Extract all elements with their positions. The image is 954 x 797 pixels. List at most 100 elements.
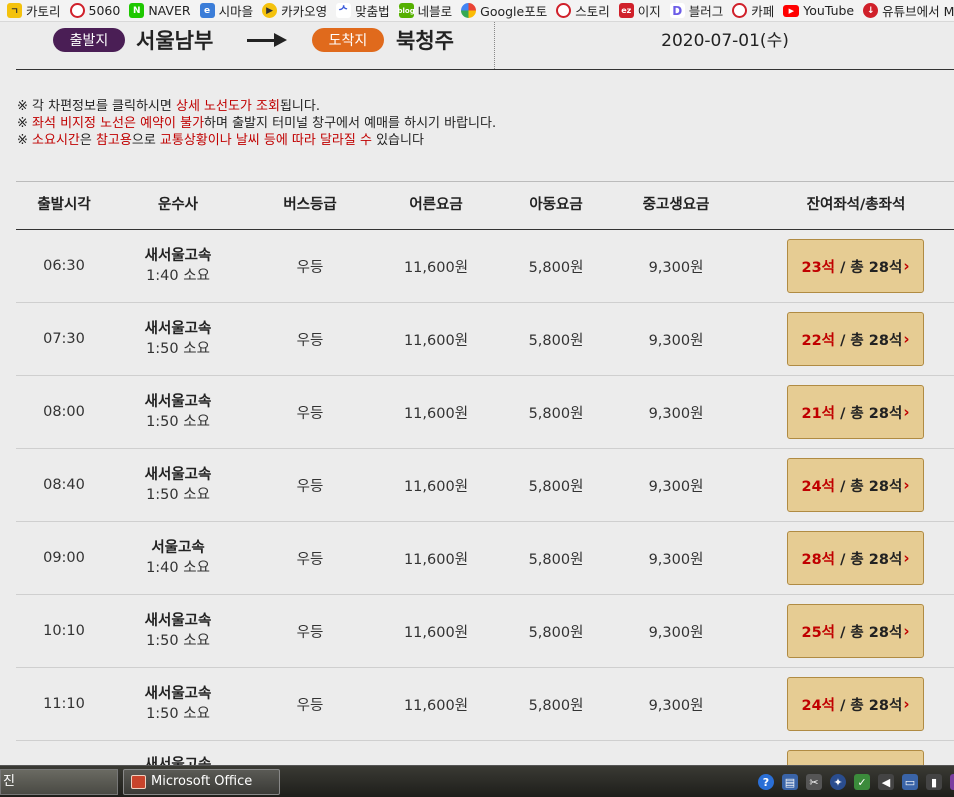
bookmark-youtube[interactable]: ▶ YouTube <box>783 3 854 18</box>
display-icon[interactable]: ▭ <box>902 774 918 790</box>
chevron-right-icon: › <box>903 257 910 275</box>
tools-icon[interactable]: ✂ <box>806 774 822 790</box>
total-seats: / 총 28석 <box>835 478 903 495</box>
travel-date: 2020-07-01(수) <box>661 31 789 51</box>
powerpoint-icon <box>131 775 146 789</box>
table-row[interactable]: 07:30 우등 11,600원 5,800원 9,300원 새서울고속 1:50 소요 22… <box>16 303 954 376</box>
adult-fare: 11,600원 <box>403 697 469 714</box>
security-icon[interactable]: ✓ <box>854 774 870 790</box>
table-row[interactable]: 06:30 우등 11,600원 5,800원 9,300원 새서울고속 1:40 소요 23… <box>16 230 954 303</box>
header-departure-time: 출발시각 <box>37 197 91 213</box>
bookmark-spell[interactable]: ᄼ 맞춤법 <box>336 1 390 20</box>
trip-duration: 1:50 소요 <box>146 706 210 722</box>
bookmark-cafe[interactable]: 카페 <box>732 1 774 20</box>
student-fare: 9,300원 <box>648 478 704 495</box>
operator-cell: 서울고속 1:40 소요 <box>118 522 238 594</box>
trip-duration: 1:40 소요 <box>146 268 210 284</box>
student-fare: 9,300원 <box>648 697 704 714</box>
departure-time: 08:40 <box>43 477 85 493</box>
operator-cell: 새서울고속 1:40 소요 <box>118 230 238 302</box>
table-row[interactable]: 08:00 우등 11,600원 5,800원 9,300원 새서울고속 1:50 소요 21… <box>16 376 954 449</box>
table-row[interactable]: 08:40 우등 11,600원 5,800원 9,300원 새서울고속 1:50 소요 24… <box>16 449 954 522</box>
schedule-table-header: 출발시각 운수사 버스등급 어른요금 아동요금 중고생요금 잔여좌석/총좌석 <box>16 181 954 230</box>
table-row[interactable]: 09:00 우등 11,600원 5,800원 9,300원 서울고속 1:40 소요 28석… <box>16 522 954 595</box>
adult-fare: 11,600원 <box>403 478 469 495</box>
child-fare: 5,800원 <box>528 259 584 276</box>
bookmark-story[interactable]: 스토리 <box>556 1 610 20</box>
bus-grade: 우등 <box>296 624 324 641</box>
adult-fare: 11,600원 <box>403 624 469 641</box>
operator-name: 새서울고속 <box>144 394 212 410</box>
notice-line-3: ※ 소요시간은 참고용으로 교통상황이나 날씨 등에 따라 달라질 수 있습니다 <box>17 133 424 148</box>
bus-grade: 우등 <box>296 551 324 568</box>
header-student-fare: 중고생요금 <box>642 197 710 213</box>
network-status-icon[interactable]: ▮ <box>926 774 942 790</box>
trip-duration: 1:50 소요 <box>146 414 210 430</box>
bookmark-naver[interactable]: N NAVER <box>129 3 191 18</box>
seat-select-button[interactable]: 23석 / 총 28석 › <box>787 239 924 293</box>
help-icon[interactable]: ? <box>758 774 774 790</box>
circle-icon <box>556 3 572 18</box>
operator-cell: 새서울고속 1:50 소요 <box>118 303 238 375</box>
notice-list: ※ 각 차편정보를 클릭하시면 상세 노선도가 조회됩니다. ※ 좌석 비지정 … <box>17 98 496 149</box>
youtube-icon: ▶ <box>783 4 800 17</box>
child-fare: 5,800원 <box>528 624 584 641</box>
total-seats: / 총 28석 <box>835 405 903 422</box>
remaining-seats: 24석 <box>801 697 836 714</box>
header-child-fare: 아동요금 <box>529 197 583 213</box>
bookmark-5060[interactable]: 5060 <box>69 3 120 18</box>
chevron-right-icon: › <box>903 330 910 348</box>
total-seats: / 총 28석 <box>835 697 903 714</box>
bookmark-blurg[interactable]: D 블러그 <box>669 1 723 20</box>
header-adult-fare: 어른요금 <box>409 197 463 213</box>
bookmark-katori[interactable]: ㄱ 카토리 <box>7 1 61 20</box>
onenote-icon[interactable]: N <box>950 774 954 790</box>
header-divider <box>16 69 954 70</box>
seat-select-button[interactable]: 24석 / 총 28석 › <box>787 458 924 512</box>
operator-name: 서울고속 <box>151 540 205 556</box>
taskbar-left-item[interactable]: 진 <box>0 769 118 795</box>
seat-select-button[interactable]: 21석 / 총 28석 › <box>787 385 924 439</box>
remaining-seats: 23석 <box>801 259 836 276</box>
bluetooth-icon[interactable]: ✦ <box>830 774 846 790</box>
bookmark-google-photos[interactable]: Google포토 <box>461 1 547 20</box>
header-seats: 잔여좌석/총좌석 <box>806 197 906 213</box>
departure-time: 09:00 <box>43 550 85 566</box>
taskbar-office-button[interactable]: Microsoft Office 2010 <box>123 769 280 795</box>
chevron-right-icon: › <box>903 695 910 713</box>
total-seats: / 총 28석 <box>835 624 903 641</box>
student-fare: 9,300원 <box>648 551 704 568</box>
blog-icon: blog <box>398 3 415 18</box>
bookmark-blog[interactable]: blog 네블로 <box>398 1 452 20</box>
seat-select-button[interactable]: 24석 / 총 28석 › <box>787 677 924 731</box>
table-row[interactable]: 10:10 우등 11,600원 5,800원 9,300원 새서울고속 1:50 소요 25… <box>16 595 954 668</box>
arrival-badge: 도착지 <box>312 28 384 52</box>
student-fare: 9,300원 <box>648 405 704 422</box>
table-row[interactable]: 11:10 우등 11,600원 5,800원 9,300원 새서울고속 1:50 소요 24… <box>16 668 954 741</box>
child-fare: 5,800원 <box>528 551 584 568</box>
trip-duration: 1:50 소요 <box>146 341 210 357</box>
bookmark-ez[interactable]: ez 이지 <box>618 1 661 20</box>
volume-icon[interactable]: ◀ <box>878 774 894 790</box>
bookmark-youtube-mp3[interactable]: ↓ 유튜브에서 MF <box>863 1 954 20</box>
departure-time: 07:30 <box>43 331 85 347</box>
trip-duration: 1:40 소요 <box>146 560 210 576</box>
page-icon: e <box>199 3 215 18</box>
seat-select-button[interactable]: 25석 / 총 28석 › <box>787 604 924 658</box>
seat-select-button[interactable]: 28석 / 총 28석 › <box>787 531 924 585</box>
bookmark-kakao[interactable]: ▶ 카카오영 <box>262 1 327 20</box>
child-fare: 5,800원 <box>528 697 584 714</box>
child-fare: 5,800원 <box>528 405 584 422</box>
spell-icon: ᄼ <box>336 3 352 18</box>
adult-fare: 11,600원 <box>403 551 469 568</box>
operator-cell: 새서울고속 1:50 소요 <box>118 449 238 521</box>
remaining-seats: 24석 <box>801 478 836 495</box>
network-icon[interactable]: ▤ <box>782 774 798 790</box>
child-fare: 5,800원 <box>528 478 584 495</box>
arrow-head-icon <box>274 33 287 47</box>
bookmark-simaeul[interactable]: e 시마을 <box>199 1 253 20</box>
adult-fare: 11,600원 <box>403 405 469 422</box>
seat-select-button[interactable]: 22석 / 총 28석 › <box>787 312 924 366</box>
operator-cell: 새서울고속 1:50 소요 <box>118 595 238 667</box>
play-icon: ▶ <box>262 3 278 18</box>
